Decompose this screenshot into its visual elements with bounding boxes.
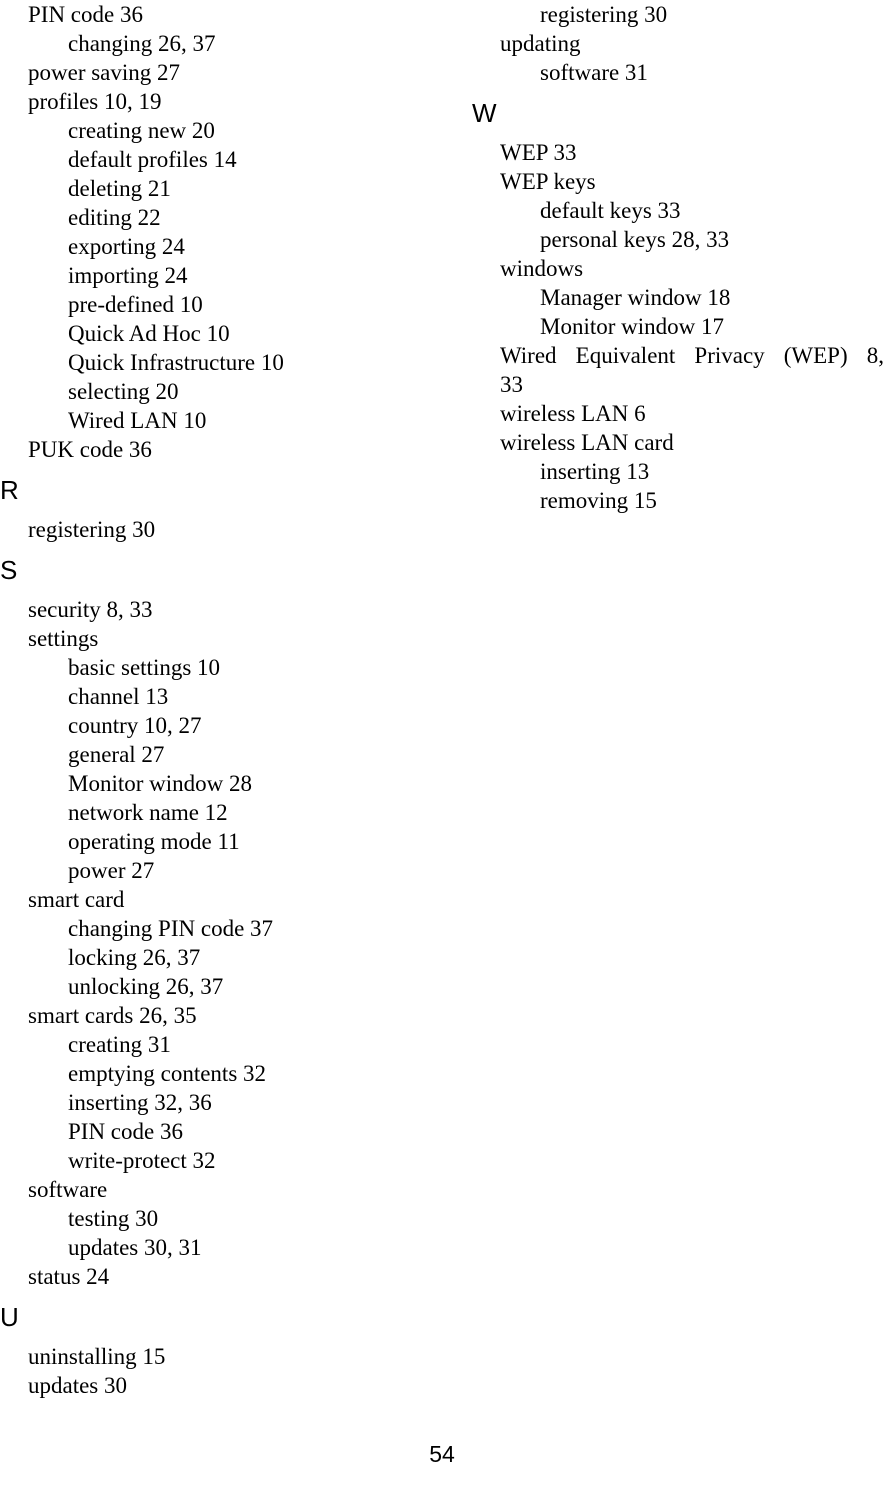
index-subentry: changing PIN code 37 xyxy=(68,916,274,941)
index-entry: PUK code 36 xyxy=(28,437,152,462)
index-subentry: PIN code 36 xyxy=(68,1119,183,1144)
index-subentry: changing 26, 37 xyxy=(68,31,216,56)
index-subentry: Wired LAN 10 xyxy=(68,408,207,433)
index-column-right: registering 30 updating software 31 W WEP 33… xyxy=(442,0,884,1420)
index-subentry: Monitor window 28 xyxy=(68,771,252,796)
index-entry: power saving 27 xyxy=(28,60,181,85)
index-subentry: personal keys 28, 33 xyxy=(540,227,730,252)
section-letter-r: R xyxy=(0,475,19,505)
section-letter-w: W xyxy=(472,98,497,128)
index-column-left: PIN code 36 changing 26, 37 power saving 2… xyxy=(0,0,442,1420)
index-entry: wireless LAN card xyxy=(500,430,674,455)
index-subentry: inserting 32, 36 xyxy=(68,1090,212,1115)
index-entry: WEP 33 xyxy=(500,140,577,165)
index-entry: updates 30 xyxy=(28,1373,128,1398)
index-entry: Wired Equivalent Privacy (WEP) 8, 33 xyxy=(500,341,884,399)
index-entry: security 8, 33 xyxy=(28,597,153,622)
index-subentry: Quick Ad Hoc 10 xyxy=(68,321,230,346)
index-subentry: locking 26, 37 xyxy=(68,945,201,970)
index-subentry: operating mode 11 xyxy=(68,829,240,854)
index-entry-line: 33 xyxy=(500,372,523,397)
section-letter-u: U xyxy=(0,1302,19,1332)
index-subentry: inserting 13 xyxy=(540,459,650,484)
index-subentry: unlocking 26, 37 xyxy=(68,974,224,999)
index-subentry: country 10, 27 xyxy=(68,713,202,738)
index-subentry: exporting 24 xyxy=(68,234,185,259)
index-subentry: Quick Infrastructure 10 xyxy=(68,350,284,375)
index-subentry: channel 13 xyxy=(68,684,169,709)
index-entry: smart card xyxy=(28,887,125,912)
index-subentry: default profiles 14 xyxy=(68,147,237,172)
index-subentry: network name 12 xyxy=(68,800,228,825)
index-subentry: Monitor window 17 xyxy=(540,314,724,339)
index-entry: updating xyxy=(500,31,581,56)
index-columns: PIN code 36 changing 26, 37 power saving 2… xyxy=(0,0,884,1420)
index-entry: PIN code 36 xyxy=(28,2,143,27)
index-subentry: deleting 21 xyxy=(68,176,171,201)
section-letter-s: S xyxy=(0,555,18,585)
index-entry: windows xyxy=(500,256,584,281)
index-subentry: power 27 xyxy=(68,858,155,883)
index-subentry: Manager window 18 xyxy=(540,285,731,310)
index-subentry: software 31 xyxy=(540,60,648,85)
index-subentry: importing 24 xyxy=(68,263,188,288)
index-subentry: editing 22 xyxy=(68,205,161,230)
index-entry: WEP keys xyxy=(500,169,596,194)
index-subentry: emptying contents 32 xyxy=(68,1061,267,1086)
index-entry-line: Wired Equivalent Privacy (WEP) 8, xyxy=(500,343,884,368)
index-subentry: creating 31 xyxy=(68,1032,171,1057)
index-subentry: testing 30 xyxy=(68,1206,159,1231)
index-subentry: default keys 33 xyxy=(540,198,681,223)
page-number: 54 xyxy=(429,1441,455,1467)
index-subentry: general 27 xyxy=(68,742,165,767)
index-entry: settings xyxy=(28,626,99,651)
index-subentry: registering 30 xyxy=(540,2,668,27)
index-subentry: updates 30, 31 xyxy=(68,1235,202,1260)
index-entry: profiles 10, 19 xyxy=(28,89,162,114)
index-subentry: creating new 20 xyxy=(68,118,215,143)
index-page: PIN code 36 changing 26, 37 power saving 2… xyxy=(0,0,884,1507)
index-subentry: selecting 20 xyxy=(68,379,179,404)
index-subentry: basic settings 10 xyxy=(68,655,221,680)
index-entry: uninstalling 15 xyxy=(28,1344,166,1369)
index-entry: wireless LAN 6 xyxy=(500,401,646,426)
index-entry: status 24 xyxy=(28,1264,110,1289)
index-entry: software xyxy=(28,1177,108,1202)
index-subentry: pre-defined 10 xyxy=(68,292,203,317)
index-entry: smart cards 26, 35 xyxy=(28,1003,197,1028)
index-subentry: removing 15 xyxy=(540,488,657,513)
index-subentry: write-protect 32 xyxy=(68,1148,216,1173)
index-entry: registering 30 xyxy=(28,517,156,542)
